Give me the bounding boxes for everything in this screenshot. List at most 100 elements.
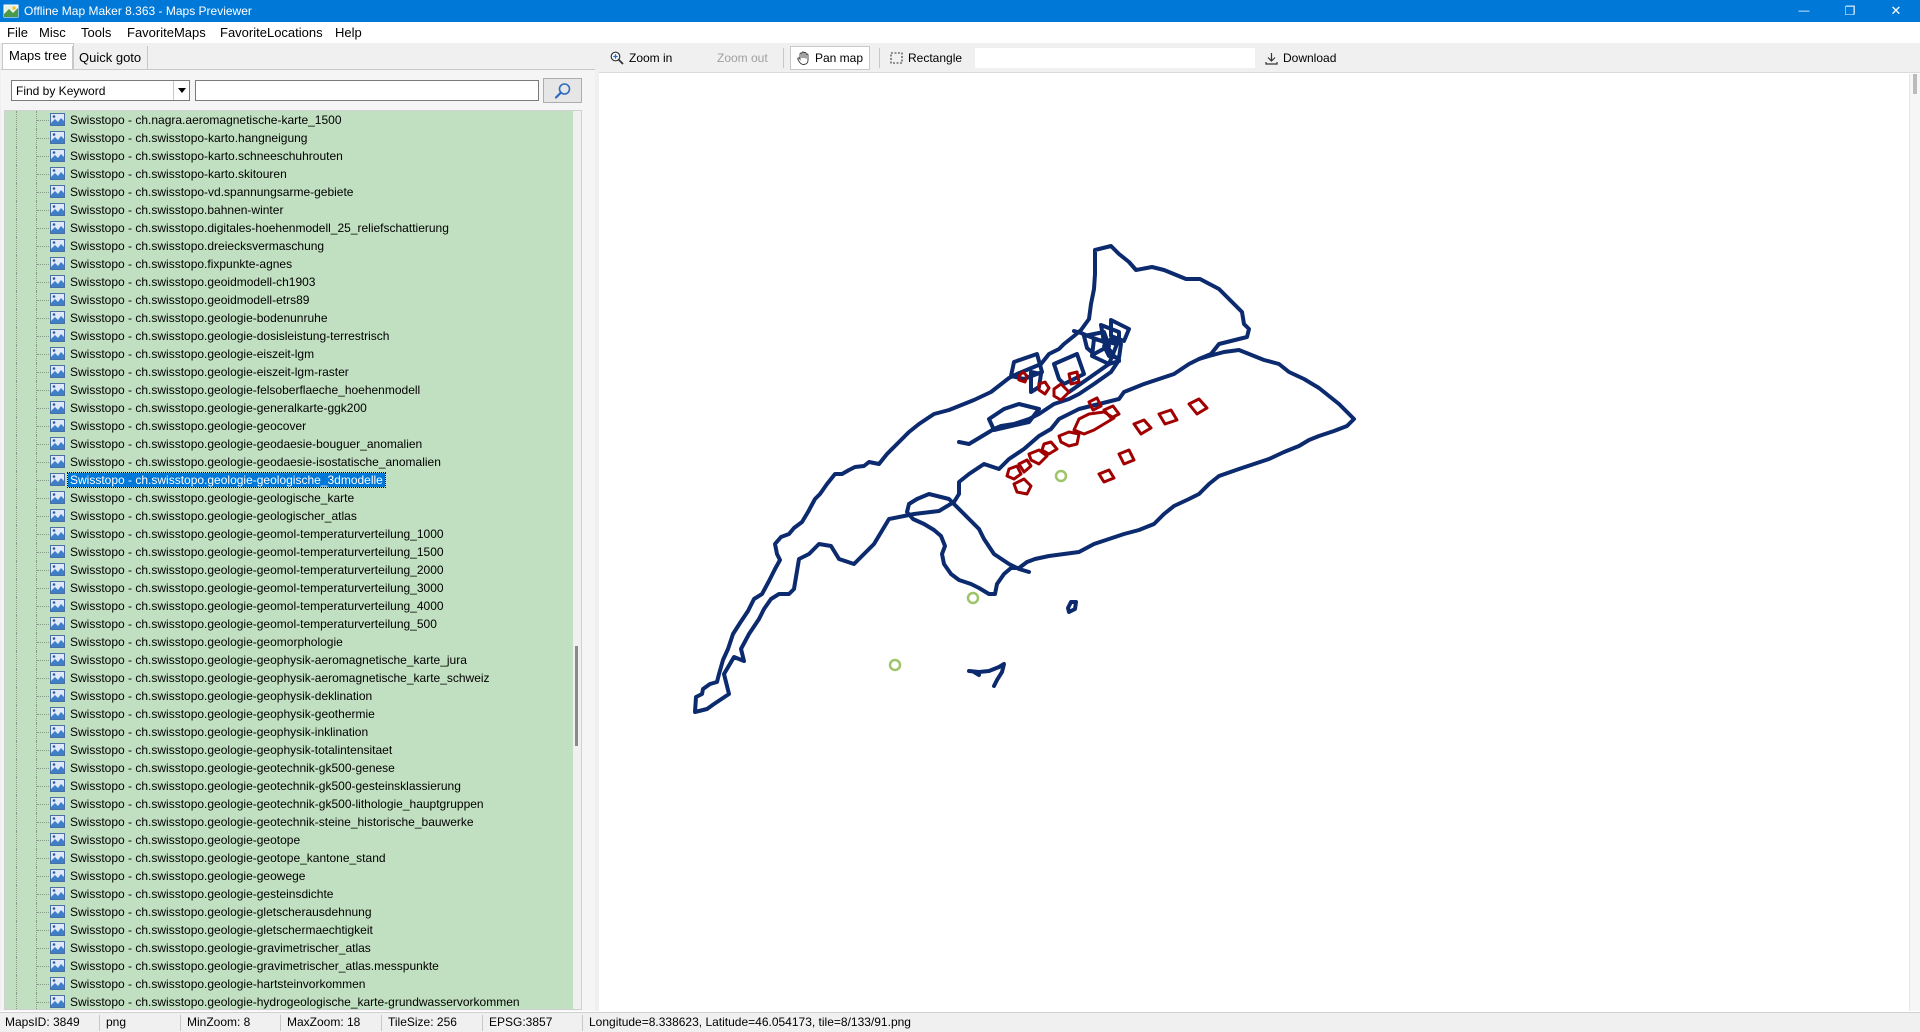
tree-item[interactable]: Swisstopo - ch.swisstopo.geologie-geodae… xyxy=(5,435,575,453)
tree-item[interactable]: Swisstopo - ch.swisstopo.geologie-geotec… xyxy=(5,759,575,777)
tab-maps-tree[interactable]: Maps tree xyxy=(2,43,74,69)
maps-tree[interactable]: Swisstopo - ch.nagra.aeromagnetische-kar… xyxy=(4,110,582,1010)
tree-item[interactable]: Swisstopo - ch.swisstopo.fixpunkte-agnes xyxy=(5,255,575,273)
tree-item[interactable]: Swisstopo - ch.swisstopo.geologie-felsob… xyxy=(5,381,575,399)
tree-item[interactable]: Swisstopo - ch.swisstopo.geologie-dosisl… xyxy=(5,327,575,345)
map-layer-icon xyxy=(50,527,65,540)
tree-item[interactable]: Swisstopo - ch.swisstopo.geologie-geotec… xyxy=(5,795,575,813)
tree-item[interactable]: Swisstopo - ch.swisstopo.geologie-gravim… xyxy=(5,939,575,957)
tree-item[interactable]: Swisstopo - ch.swisstopo.geologie-eiszei… xyxy=(5,363,575,381)
tree-item-label: Swisstopo - ch.swisstopo.geologie-gravim… xyxy=(70,941,371,955)
tree-guide-line xyxy=(37,570,49,571)
menu-help[interactable]: Help xyxy=(335,25,362,40)
shoreline-path xyxy=(915,492,1031,574)
tree-scrollbar-thumb[interactable] xyxy=(575,646,578,746)
tree-item[interactable]: Swisstopo - ch.swisstopo.geologie-geomol… xyxy=(5,543,575,561)
pan-map-button[interactable]: Pan map xyxy=(790,46,871,70)
tree-item[interactable]: Swisstopo - ch.swisstopo-karto.skitouren xyxy=(5,165,575,183)
tree-item[interactable]: Swisstopo - ch.swisstopo.dreiecksvermasc… xyxy=(5,237,575,255)
red-region xyxy=(1017,458,1033,474)
search-button[interactable] xyxy=(543,78,582,103)
tree-item[interactable]: Swisstopo - ch.swisstopo.geologie-bodenu… xyxy=(5,309,575,327)
menu-file[interactable]: File xyxy=(7,25,28,40)
map-scrollbar-thumb[interactable] xyxy=(1913,74,1917,94)
tab-quick-goto[interactable]: Quick goto xyxy=(72,46,149,69)
tree-item[interactable]: Swisstopo - ch.swisstopo-karto.schneesch… xyxy=(5,147,575,165)
tree-item[interactable]: Swisstopo - ch.swisstopo.geologie-geophy… xyxy=(5,705,575,723)
toolbar-blank-field xyxy=(975,48,1255,68)
tree-item[interactable]: Swisstopo - ch.swisstopo.geologie-geophy… xyxy=(5,651,575,669)
tree-guide-line xyxy=(16,651,17,669)
tree-item[interactable]: Swisstopo - ch.swisstopo.geologie-geophy… xyxy=(5,669,575,687)
tree-item[interactable]: Swisstopo - ch.swisstopo.geologie-geoweg… xyxy=(5,867,575,885)
menu-tools[interactable]: Tools xyxy=(81,25,111,40)
tree-item[interactable]: Swisstopo - ch.swisstopo.geologie-geophy… xyxy=(5,741,575,759)
tree-item[interactable]: Swisstopo - ch.swisstopo.geologie-geophy… xyxy=(5,723,575,741)
tree-item[interactable]: Swisstopo - ch.swisstopo.geologie-hydrog… xyxy=(5,993,575,1009)
tree-item[interactable]: Swisstopo - ch.swisstopo.geologie-geotec… xyxy=(5,813,575,831)
close-icon: ✕ xyxy=(1890,3,1902,18)
tree-item[interactable]: Swisstopo - ch.swisstopo-vd.spannungsarm… xyxy=(5,183,575,201)
tree-item[interactable]: Swisstopo - ch.swisstopo.geologie-geolog… xyxy=(5,471,575,489)
tree-guide-line xyxy=(37,336,49,337)
tree-item[interactable]: Swisstopo - ch.swisstopo.geologie-geotop… xyxy=(5,849,575,867)
menu-favoritelocations[interactable]: FavoriteLocations xyxy=(220,25,323,40)
tree-item[interactable]: Swisstopo - ch.swisstopo.geologie-gletsc… xyxy=(5,921,575,939)
tree-item[interactable]: Swisstopo - ch.nagra.aeromagnetische-kar… xyxy=(5,111,575,129)
tree-item[interactable]: Swisstopo - ch.swisstopo.geologie-gletsc… xyxy=(5,903,575,921)
tree-guide-line xyxy=(37,120,49,121)
tree-item[interactable]: Swisstopo - ch.swisstopo.geoidmodell-ch1… xyxy=(5,273,575,291)
tree-item[interactable]: Swisstopo - ch.swisstopo.geologie-geotop… xyxy=(5,831,575,849)
tree-item[interactable]: Swisstopo - ch.swisstopo-karto.hangneigu… xyxy=(5,129,575,147)
tree-item[interactable]: Swisstopo - ch.swisstopo.geologie-geodae… xyxy=(5,453,575,471)
tree-item[interactable]: Swisstopo - ch.swisstopo.geologie-geolog… xyxy=(5,489,575,507)
tree-item[interactable]: Swisstopo - ch.swisstopo.geologie-geomol… xyxy=(5,597,575,615)
rectangle-button[interactable]: Rectangle xyxy=(884,46,968,70)
map-layer-icon xyxy=(50,599,65,612)
close-button[interactable]: ✕ xyxy=(1873,0,1919,22)
map-layer-icon xyxy=(50,977,65,990)
map-layer-icon xyxy=(50,437,65,450)
tree-item[interactable]: Swisstopo - ch.swisstopo.digitales-hoehe… xyxy=(5,219,575,237)
tree-scrollbar[interactable] xyxy=(573,111,581,1009)
location-marker xyxy=(1054,469,1068,483)
tree-item[interactable]: Swisstopo - ch.swisstopo.geologie-geomol… xyxy=(5,525,575,543)
map-layer-icon xyxy=(50,167,65,180)
tree-item[interactable]: Swisstopo - ch.swisstopo.geologie-genera… xyxy=(5,399,575,417)
tree-item[interactable]: Swisstopo - ch.swisstopo.bahnen-winter xyxy=(5,201,575,219)
tree-item[interactable]: Swisstopo - ch.swisstopo.geologie-geotec… xyxy=(5,777,575,795)
tree-item[interactable]: Swisstopo - ch.swisstopo.geologie-geomol… xyxy=(5,615,575,633)
map-scrollbar[interactable] xyxy=(1909,74,1920,1011)
status-tile-size: TileSize: 256 xyxy=(383,1015,483,1031)
map-layer-icon xyxy=(50,689,65,702)
tree-item[interactable]: Swisstopo - ch.swisstopo.geologie-geomol… xyxy=(5,579,575,597)
download-button[interactable]: Download xyxy=(1259,46,1342,70)
menu-favoritemaps[interactable]: FavoriteMaps xyxy=(127,25,206,40)
tree-item[interactable]: Swisstopo - ch.swisstopo.geoidmodell-etr… xyxy=(5,291,575,309)
zoom-out-button[interactable]: Zoom out xyxy=(711,46,774,70)
zoom-in-button[interactable]: Zoom in xyxy=(604,46,678,70)
tree-item[interactable]: Swisstopo - ch.swisstopo.geologie-hartst… xyxy=(5,975,575,993)
tree-item[interactable]: Swisstopo - ch.swisstopo.geologie-geolog… xyxy=(5,507,575,525)
toolbar-separator xyxy=(783,48,784,68)
tree-item[interactable]: Swisstopo - ch.swisstopo.geologie-geophy… xyxy=(5,687,575,705)
tree-guide-line xyxy=(16,561,17,579)
map-canvas[interactable] xyxy=(599,74,1920,1011)
menu-misc[interactable]: Misc xyxy=(39,25,66,40)
search-mode-select[interactable]: Find by Keyword xyxy=(11,80,190,101)
search-input[interactable] xyxy=(195,80,539,101)
map-layer-icon xyxy=(50,635,65,648)
tree-item[interactable]: Swisstopo - ch.swisstopo.geologie-gravim… xyxy=(5,957,575,975)
maximize-button[interactable]: ❐ xyxy=(1827,0,1873,22)
minimize-icon: — xyxy=(1798,5,1810,17)
tree-guide-line xyxy=(37,840,49,841)
tree-item[interactable]: Swisstopo - ch.swisstopo.geologie-geomol… xyxy=(5,561,575,579)
tree-item[interactable]: Swisstopo - ch.swisstopo.geologie-geomor… xyxy=(5,633,575,651)
tree-item[interactable]: Swisstopo - ch.swisstopo.geologie-geocov… xyxy=(5,417,575,435)
dropdown-arrow-icon[interactable] xyxy=(173,81,189,100)
tree-list: Swisstopo - ch.nagra.aeromagnetische-kar… xyxy=(5,111,575,1009)
tree-item[interactable]: Swisstopo - ch.swisstopo.geologie-eiszei… xyxy=(5,345,575,363)
tree-item[interactable]: Swisstopo - ch.swisstopo.geologie-gestei… xyxy=(5,885,575,903)
minimize-button[interactable]: — xyxy=(1781,0,1827,22)
tree-guide-line xyxy=(16,669,17,687)
